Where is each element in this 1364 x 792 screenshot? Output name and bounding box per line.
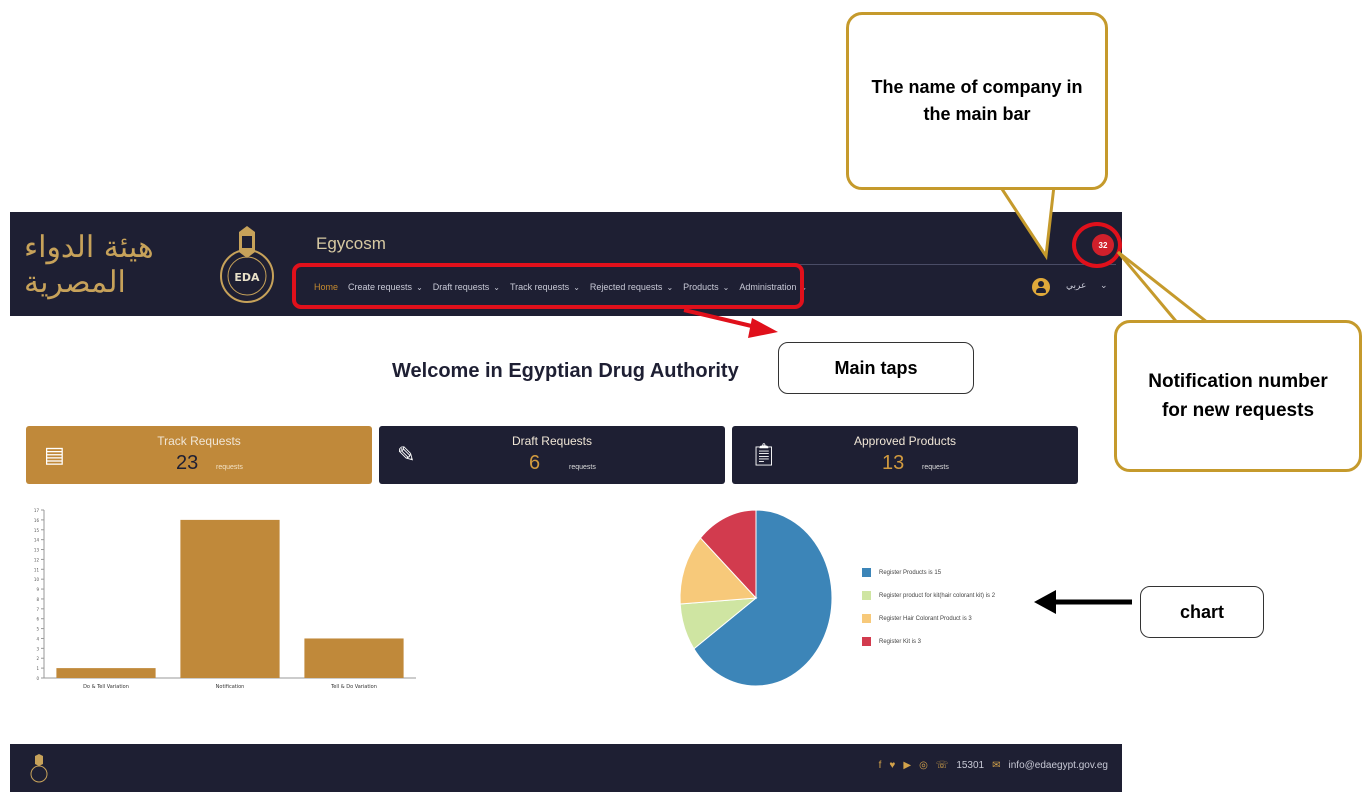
main-taps-label: Main taps: [778, 342, 974, 394]
notification-callout: Notification number for new requests: [1114, 320, 1362, 472]
company-callout: The name of company in the main bar: [846, 12, 1108, 190]
chart-label: chart: [1140, 586, 1264, 638]
callout-text: The name of company in the main bar: [871, 77, 1083, 124]
callout-text: Notification number for new requests: [1148, 370, 1328, 421]
